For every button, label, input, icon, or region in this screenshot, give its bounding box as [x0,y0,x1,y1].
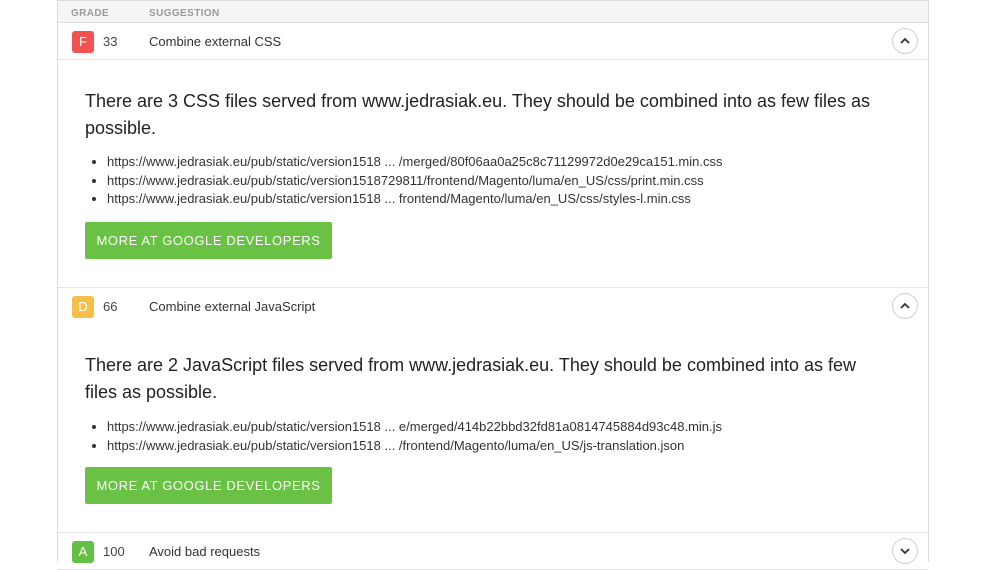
suggestion-title: Avoid bad requests [149,544,261,559]
suggestion-column-header: SUGGESTION [149,8,220,19]
more-at-google-developers-button[interactable]: MORE AT GOOGLE DEVELOPERS [85,222,332,259]
grade-badge: D [72,296,94,318]
collapse-button[interactable] [892,28,918,54]
collapse-button[interactable] [892,293,918,319]
file-list: https://www.jedrasiak.eu/pub/static/vers… [85,418,722,455]
suggestion-row-combine-css[interactable]: F 33 Combine external CSS [58,23,928,60]
score-value: 66 [103,299,118,314]
chevron-up-icon [900,302,910,309]
list-item: https://www.jedrasiak.eu/pub/static/vers… [107,190,723,209]
score-value: 100 [103,544,125,559]
score-value: 33 [103,34,118,49]
suggestion-title: Combine external JavaScript [149,299,316,314]
list-item: https://www.jedrasiak.eu/pub/static/vers… [107,153,723,172]
chevron-down-icon [900,548,910,555]
table-header: GRADE SUGGESTION [58,0,928,23]
grade-badge: A [72,541,94,563]
expand-button[interactable] [892,538,918,564]
file-list: https://www.jedrasiak.eu/pub/static/vers… [85,153,723,209]
suggestion-detail-js: There are 2 JavaScript files served from… [58,324,928,533]
suggestion-detail-css: There are 3 CSS files served from www.je… [58,60,928,288]
detail-message: There are 3 CSS files served from www.je… [85,91,871,138]
grade-badge: F [72,31,94,53]
list-item: https://www.jedrasiak.eu/pub/static/vers… [107,172,723,191]
list-item: https://www.jedrasiak.eu/pub/static/vers… [107,418,722,437]
suggestion-row-avoid-bad-requests[interactable]: A 100 Avoid bad requests [58,533,928,570]
more-at-google-developers-button[interactable]: MORE AT GOOGLE DEVELOPERS [85,467,332,504]
suggestion-row-combine-js[interactable]: D 66 Combine external JavaScript [58,288,928,325]
grade-column-header: GRADE [71,8,110,19]
suggestions-panel: GRADE SUGGESTION F 33 Combine external C… [57,0,929,570]
chevron-up-icon [900,37,910,44]
detail-message: There are 2 JavaScript files served from… [85,355,857,402]
suggestion-title: Combine external CSS [149,34,282,49]
list-item: https://www.jedrasiak.eu/pub/static/vers… [107,437,722,456]
